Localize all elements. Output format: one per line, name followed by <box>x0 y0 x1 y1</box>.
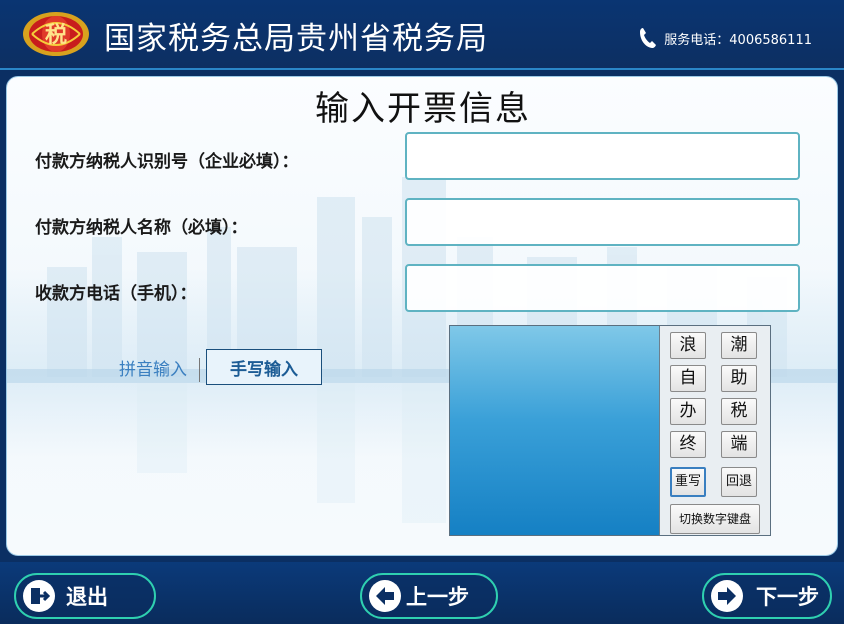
tax-emblem-icon: 税 <box>23 12 89 56</box>
candidate-key[interactable]: 办 <box>670 398 706 425</box>
switch-numeric-keyboard-button[interactable]: 切换数字键盘 <box>670 504 760 534</box>
footer-nav: 退出 上一步 下一步 <box>0 562 844 624</box>
handwriting-pad[interactable] <box>450 326 660 535</box>
candidate-key[interactable]: 潮 <box>721 332 757 359</box>
payee-phone-input[interactable] <box>405 264 800 312</box>
main-panel: 输入开票信息 付款方纳税人识别号（企业必填）： 付款方纳税人名称（必填）： 收款… <box>6 76 838 556</box>
page-title: 输入开票信息 <box>315 89 531 129</box>
exit-icon <box>23 580 55 612</box>
candidate-key[interactable]: 助 <box>721 365 757 392</box>
tab-divider <box>199 358 200 382</box>
payer-name-label: 付款方纳税人名称（必填）： <box>35 218 248 238</box>
app-title: 国家税务总局贵州省税务局 <box>104 21 488 57</box>
arrow-right-icon <box>711 580 743 612</box>
backspace-button[interactable]: 回退 <box>721 467 757 497</box>
payer-tax-id-label: 付款方纳税人识别号（企业必填）： <box>35 152 299 172</box>
payer-name-input[interactable] <box>405 198 800 246</box>
handwrite-input-tab[interactable]: 手写输入 <box>206 349 322 385</box>
candidate-key[interactable]: 自 <box>670 365 706 392</box>
next-step-button[interactable]: 下一步 <box>702 573 832 619</box>
handwriting-widget: 浪 潮 自 助 办 税 终 端 重写 回退 切换数字键盘 <box>449 325 771 536</box>
app-header: 税 国家税务总局贵州省税务局 服务电话：4006586111 <box>0 0 844 70</box>
payee-phone-label: 收款方电话（手机）： <box>35 284 197 304</box>
phone-text: 服务电话：4006586111 <box>664 32 812 48</box>
phone-icon <box>640 28 657 48</box>
candidate-key[interactable]: 浪 <box>670 332 706 359</box>
candidate-key[interactable]: 端 <box>721 431 757 458</box>
prev-step-label: 上一步 <box>406 585 469 609</box>
next-step-label: 下一步 <box>756 585 819 609</box>
arrow-left-icon <box>369 580 401 612</box>
emblem-text: 税 <box>45 22 67 48</box>
exit-label: 退出 <box>66 585 108 609</box>
prev-step-button[interactable]: 上一步 <box>360 573 498 619</box>
exit-button[interactable]: 退出 <box>14 573 156 619</box>
payer-tax-id-input[interactable] <box>405 132 800 180</box>
rewrite-button[interactable]: 重写 <box>670 467 706 497</box>
input-method-tabs: 拼音输入 手写输入 <box>117 349 322 385</box>
candidate-key[interactable]: 终 <box>670 431 706 458</box>
service-phone: 服务电话：4006586111 <box>638 26 812 50</box>
candidate-key[interactable]: 税 <box>721 398 757 425</box>
pinyin-input-tab[interactable]: 拼音输入 <box>117 355 195 380</box>
